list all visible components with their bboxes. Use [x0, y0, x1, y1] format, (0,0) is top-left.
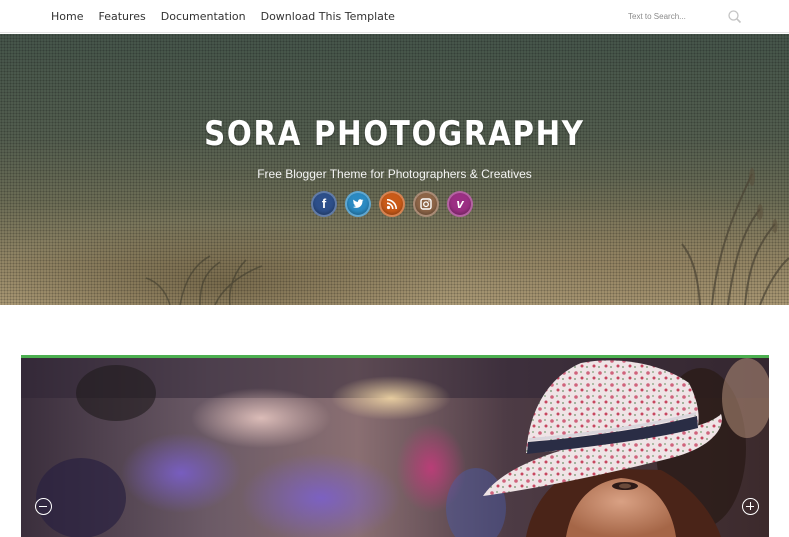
- nav-home-link[interactable]: Home: [51, 10, 83, 23]
- vimeo-icon: v: [456, 196, 464, 211]
- facebook-icon: f: [321, 196, 327, 211]
- search-box: [621, 6, 747, 27]
- slider-prev-button[interactable]: [35, 498, 52, 515]
- slider-image: [21, 358, 769, 537]
- vimeo-button[interactable]: v: [447, 191, 473, 217]
- slider-next-button[interactable]: [742, 498, 759, 515]
- instagram-button[interactable]: [413, 191, 439, 217]
- site-title[interactable]: SORA PHOTOGRAPHY: [55, 114, 734, 154]
- main-menu: Home Features Documentation Download Thi…: [51, 0, 410, 33]
- search-input[interactable]: [621, 6, 725, 27]
- top-navigation-bar: Home Features Documentation Download Thi…: [0, 0, 789, 33]
- search-button[interactable]: [727, 9, 743, 25]
- nav-documentation-link[interactable]: Documentation: [161, 10, 246, 23]
- facebook-button[interactable]: f: [311, 191, 337, 217]
- search-icon: [728, 10, 742, 24]
- site-description: Free Blogger Theme for Photographers & C…: [257, 167, 532, 181]
- twitter-button[interactable]: [345, 191, 371, 217]
- featured-slider[interactable]: [21, 355, 769, 537]
- instagram-icon: [420, 198, 432, 210]
- twitter-icon: [352, 199, 364, 208]
- rss-icon: [386, 199, 397, 210]
- rss-button[interactable]: [379, 191, 405, 217]
- nav-download-template-link[interactable]: Download This Template: [261, 10, 395, 23]
- nav-features-link[interactable]: Features: [98, 10, 145, 23]
- social-icons: f v: [311, 191, 481, 217]
- header-hero: SORA PHOTOGRAPHY Free Blogger Theme for …: [0, 34, 789, 305]
